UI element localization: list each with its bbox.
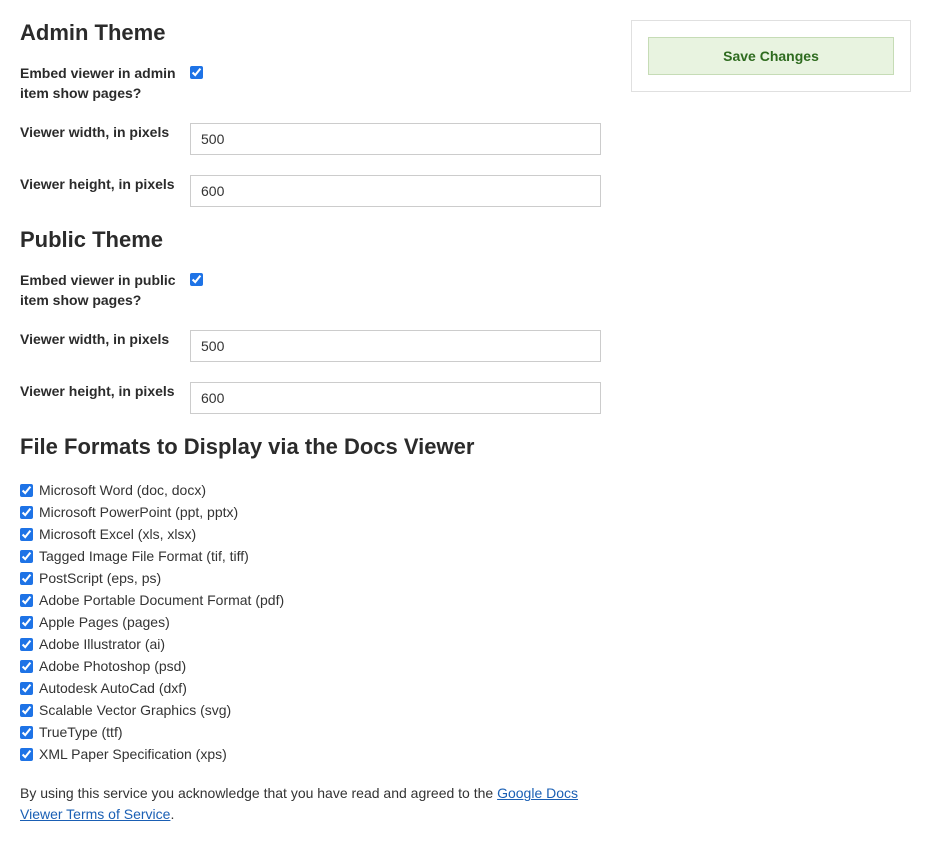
file-formats-heading: File Formats to Display via the Docs Vie… [20, 434, 601, 460]
public-theme-heading: Public Theme [20, 227, 601, 253]
format-checkbox[interactable] [20, 616, 33, 629]
format-item: Apple Pages (pages) [20, 612, 601, 633]
disclaimer-prefix: By using this service you acknowledge th… [20, 785, 497, 801]
format-checkbox[interactable] [20, 660, 33, 673]
format-item: Adobe Illustrator (ai) [20, 634, 601, 655]
format-item: Microsoft PowerPoint (ppt, pptx) [20, 502, 601, 523]
admin-theme-heading: Admin Theme [20, 20, 601, 46]
public-height-input[interactable] [190, 382, 601, 414]
format-checkbox[interactable] [20, 704, 33, 717]
format-label: TrueType (ttf) [39, 722, 123, 743]
format-checkbox[interactable] [20, 594, 33, 607]
format-item: Autodesk AutoCad (dxf) [20, 678, 601, 699]
format-checkbox[interactable] [20, 506, 33, 519]
format-item: Scalable Vector Graphics (svg) [20, 700, 601, 721]
format-label: PostScript (eps, ps) [39, 568, 161, 589]
sidebar-panel: Save Changes [631, 20, 911, 92]
format-checkbox[interactable] [20, 572, 33, 585]
format-checkbox[interactable] [20, 748, 33, 761]
format-label: Microsoft PowerPoint (ppt, pptx) [39, 502, 238, 523]
format-item: Microsoft Word (doc, docx) [20, 480, 601, 501]
format-item: XML Paper Specification (xps) [20, 744, 601, 765]
format-label: Adobe Portable Document Format (pdf) [39, 590, 284, 611]
format-checkbox[interactable] [20, 638, 33, 651]
format-label: Tagged Image File Format (tif, tiff) [39, 546, 249, 567]
admin-height-input[interactable] [190, 175, 601, 207]
format-item: Tagged Image File Format (tif, tiff) [20, 546, 601, 567]
public-width-input[interactable] [190, 330, 601, 362]
format-label: Microsoft Excel (xls, xlsx) [39, 524, 196, 545]
public-width-label: Viewer width, in pixels [20, 330, 190, 350]
format-item: PostScript (eps, ps) [20, 568, 601, 589]
format-label: Adobe Illustrator (ai) [39, 634, 165, 655]
format-item: Adobe Photoshop (psd) [20, 656, 601, 677]
format-checkbox[interactable] [20, 528, 33, 541]
format-label: Apple Pages (pages) [39, 612, 170, 633]
admin-width-input[interactable] [190, 123, 601, 155]
format-label: Adobe Photoshop (psd) [39, 656, 186, 677]
public-embed-checkbox[interactable] [190, 273, 203, 286]
disclaimer-text: By using this service you acknowledge th… [20, 783, 601, 825]
admin-embed-label: Embed viewer in admin item show pages? [20, 64, 190, 103]
public-embed-label: Embed viewer in public item show pages? [20, 271, 190, 310]
disclaimer-suffix: . [170, 806, 174, 822]
admin-height-label: Viewer height, in pixels [20, 175, 190, 195]
format-label: XML Paper Specification (xps) [39, 744, 227, 765]
format-item: Microsoft Excel (xls, xlsx) [20, 524, 601, 545]
format-item: Adobe Portable Document Format (pdf) [20, 590, 601, 611]
format-label: Scalable Vector Graphics (svg) [39, 700, 231, 721]
public-height-label: Viewer height, in pixels [20, 382, 190, 402]
admin-width-label: Viewer width, in pixels [20, 123, 190, 143]
format-checkbox[interactable] [20, 484, 33, 497]
format-checkbox[interactable] [20, 682, 33, 695]
format-label: Autodesk AutoCad (dxf) [39, 678, 187, 699]
format-label: Microsoft Word (doc, docx) [39, 480, 206, 501]
format-checkbox[interactable] [20, 550, 33, 563]
format-item: TrueType (ttf) [20, 722, 601, 743]
save-button[interactable]: Save Changes [648, 37, 894, 75]
file-formats-list: Microsoft Word (doc, docx)Microsoft Powe… [20, 480, 601, 765]
format-checkbox[interactable] [20, 726, 33, 739]
admin-embed-checkbox[interactable] [190, 66, 203, 79]
